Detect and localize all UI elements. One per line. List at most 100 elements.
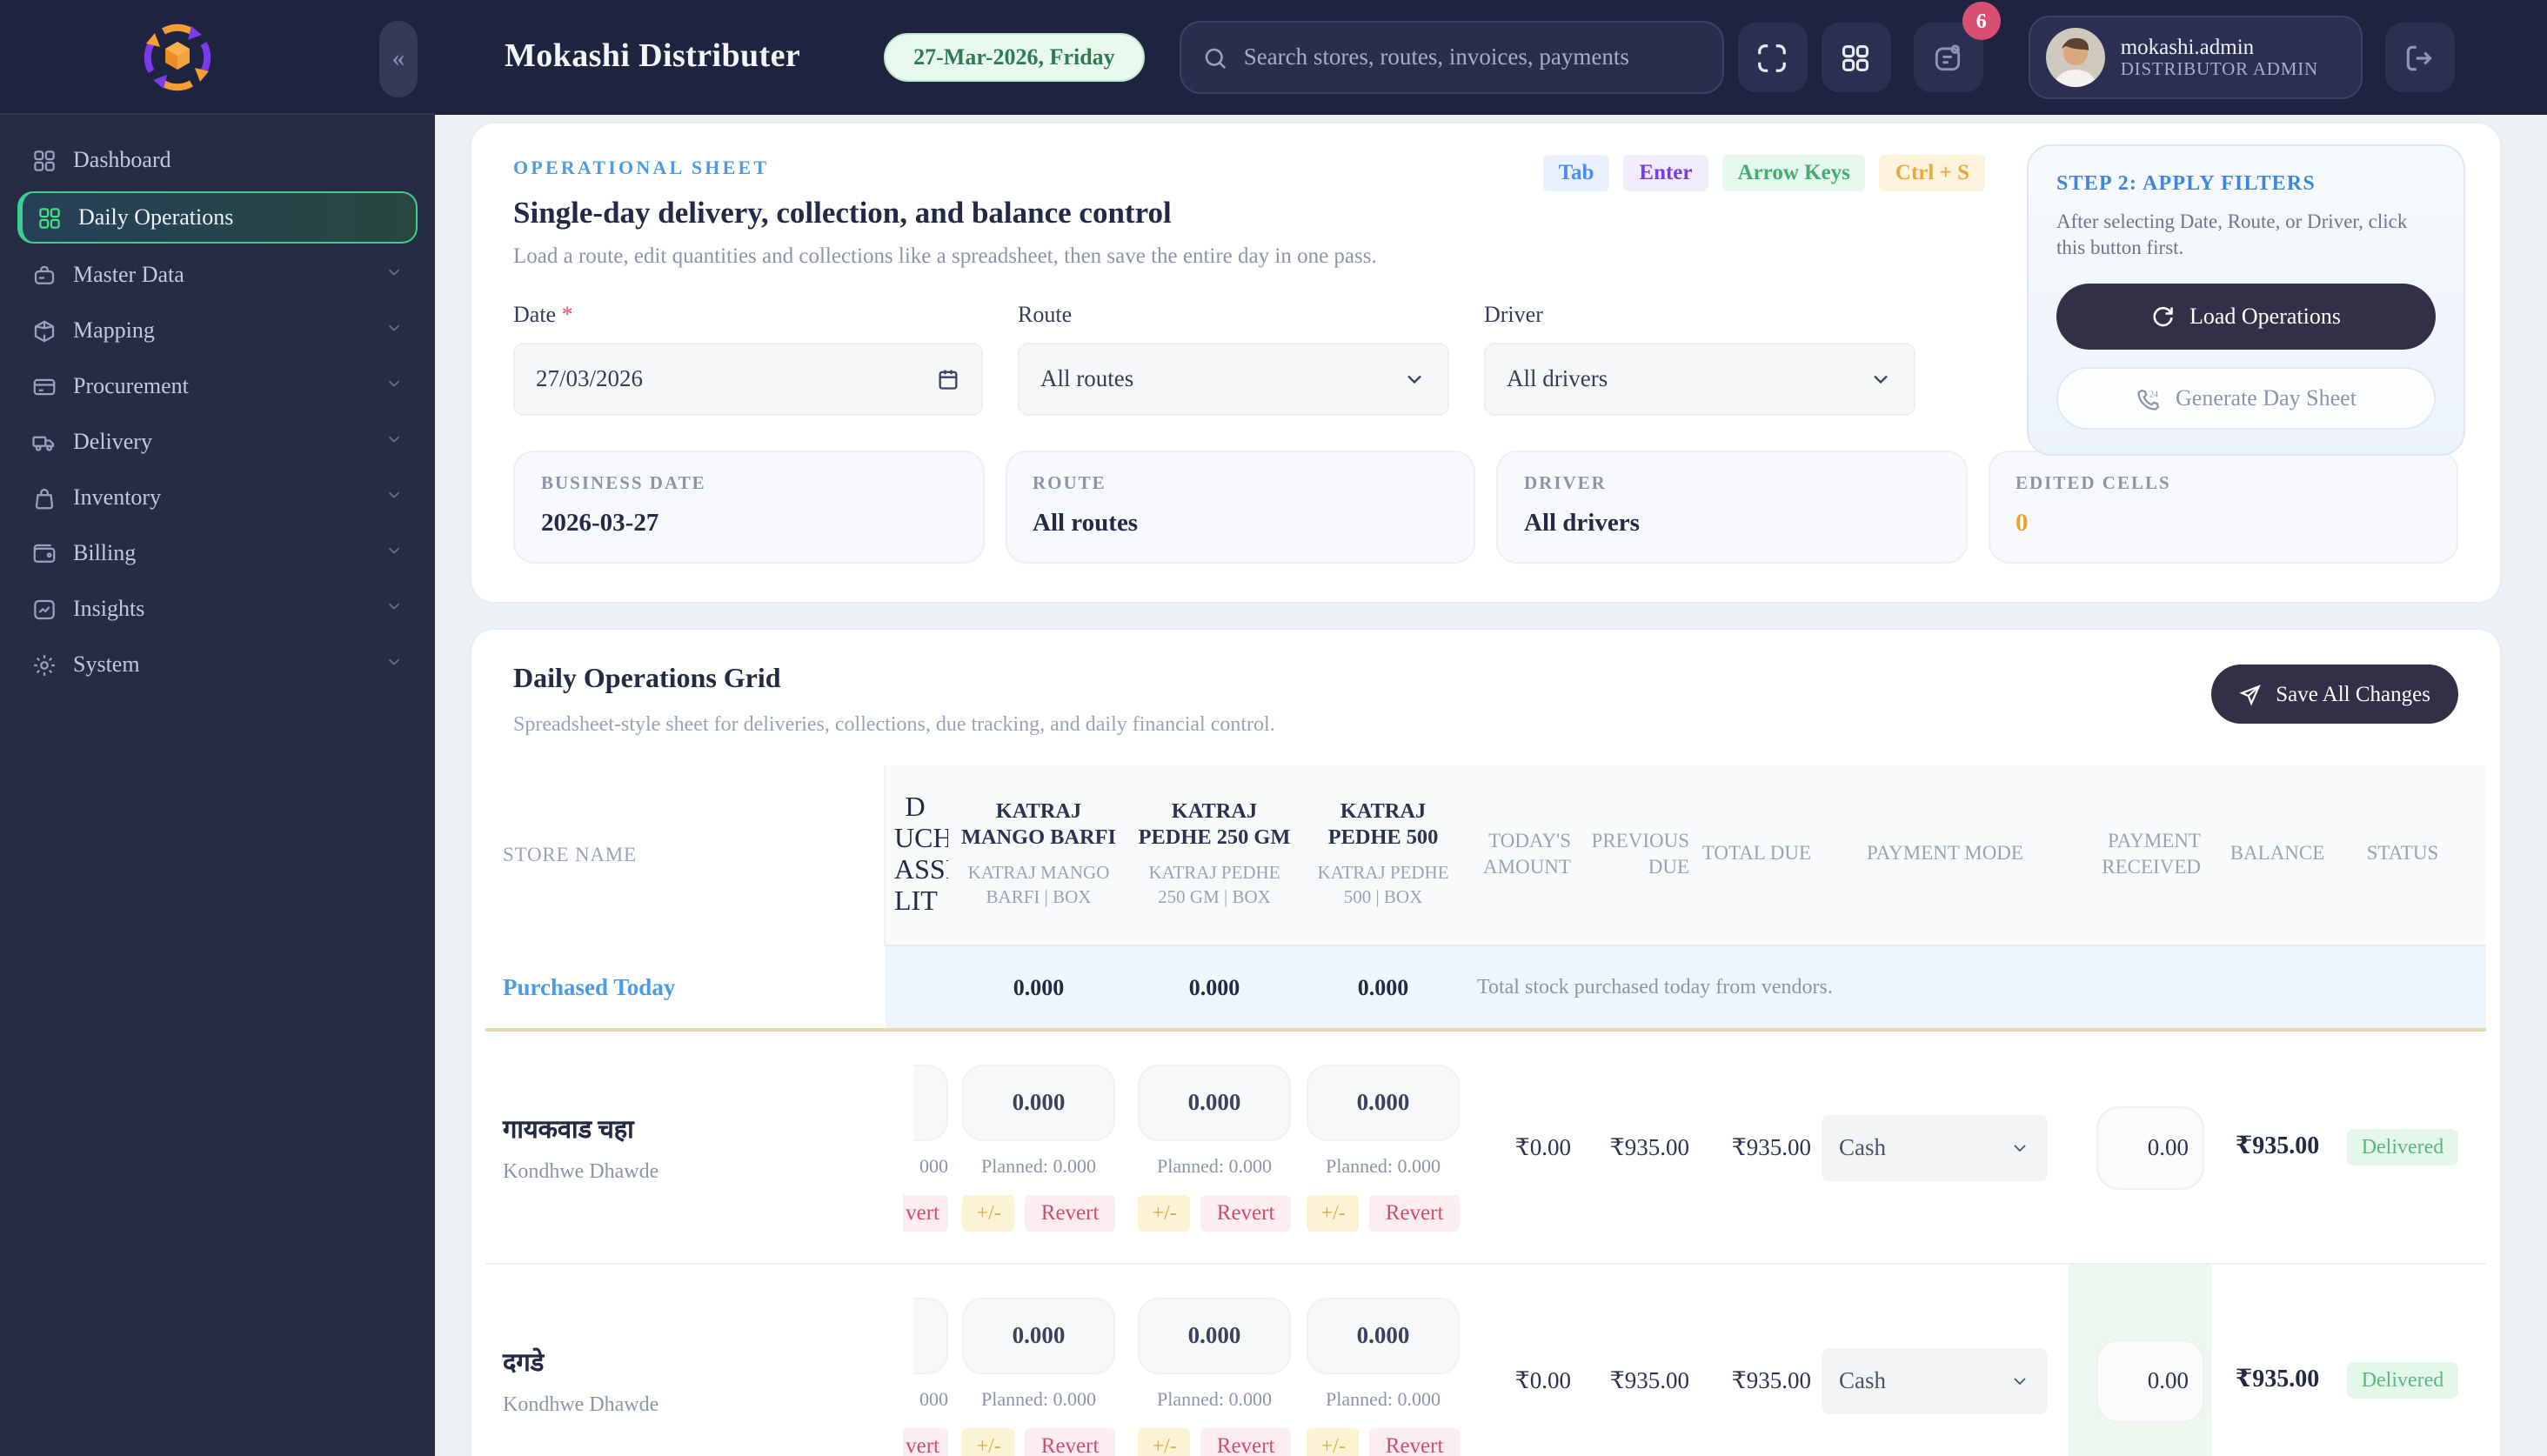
card-icon [31,373,73,399]
sidebar-item-system[interactable]: System [17,640,418,689]
global-search-input[interactable]: Search stores, routes, invoices, payment… [1180,21,1724,94]
chevron-down-icon [384,428,404,456]
revert-button[interactable]: Revert [1201,1427,1291,1456]
gear-icon [31,651,57,678]
revert-button[interactable]: Revert [1370,1427,1460,1456]
notification-count-badge: 6 [1962,2,2001,40]
chevron-down-icon [384,541,404,560]
plus-minus-button[interactable]: +/- [1139,1427,1191,1456]
revert-button-fragment[interactable]: vert [902,1194,948,1231]
sidebar-item-dashboard[interactable]: Dashboard [17,136,418,184]
fullscreen-icon [1756,41,1789,74]
payment-mode-select[interactable]: Cash [1822,1114,2048,1180]
sidebar-item-inventory[interactable]: Inventory [17,473,418,522]
plus-minus-button[interactable]: +/- [963,1194,1015,1231]
shortcut-badge-enter: Enter [1623,155,1708,191]
search-icon [1202,44,1228,70]
store-row: दगडेKondhwe Dhawde000vert0.000Planned: 0… [485,1265,2486,1456]
apply-filters-heading: STEP 2: APPLY FILTERS [2056,170,2436,197]
store-row: गायकवाड चहाKondhwe Dhawde000vert0.000Pla… [485,1032,2486,1265]
load-operations-button[interactable]: Load Operations [2056,284,2436,350]
app-root: « Dashboard Daily Operations Master Data Ma… [0,0,2547,1456]
cube-icon [31,317,73,344]
plus-minus-button[interactable]: +/- [1307,1194,1360,1231]
sidebar-item-delivery[interactable]: Delivery [17,417,418,466]
product-cell: 0.000Planned: 0.000+/-Revert [948,1064,1129,1231]
driver-label: Driver [1484,301,1915,329]
purchased-qty-value: 0.000 [1300,973,1467,1001]
purchased-today-link[interactable]: Purchased Today [503,973,675,1001]
summary-card-business-date: BUSINESS DATE2026-03-27 [513,451,984,564]
sidebar-item-mapping[interactable]: Mapping [17,306,418,355]
plus-minus-button[interactable]: +/- [963,1427,1015,1456]
chevron-down-icon [2009,1370,2030,1391]
summary-card-value: 0 [2016,510,2430,539]
avatar [2046,28,2105,87]
total-due-value: ₹935.00 [1700,1366,1822,1394]
main-content: OPERATIONAL SHEET TabEnterArrow KeysCtrl… [435,115,2547,1456]
balance-value: ₹935.00 [2211,1132,2343,1162]
grid-icon [37,204,78,230]
summary-card-label: ROUTE [1033,475,1447,494]
summary-card-value: All drivers [1524,510,1939,539]
revert-button[interactable]: Revert [1026,1194,1115,1231]
plus-minus-button[interactable]: +/- [1139,1194,1191,1231]
summary-cards-row: BUSINESS DATE2026-03-27ROUTEAll routesDR… [513,451,2458,564]
chevron-down-icon [2009,1137,2030,1158]
qty-input-fragment[interactable] [913,1064,948,1140]
column-header-total-due: TOTAL DUE [1700,842,1822,868]
product-cell: 0.000Planned: 0.000+/-Revert [948,1297,1129,1456]
purchased-note: Total stock purchased today from vendors… [1467,974,1833,1000]
payment-mode-select[interactable]: Cash [1822,1347,2048,1413]
qty-input-fragment[interactable] [913,1297,948,1373]
driver-select[interactable]: All drivers [1484,343,1915,416]
sidebar-item-daily-operations[interactable]: Daily Operations [17,191,418,244]
plus-minus-button[interactable]: +/- [1307,1427,1360,1456]
revert-button-fragment[interactable]: vert [902,1427,948,1456]
revert-button[interactable]: Revert [1201,1194,1291,1231]
operational-sheet-card: OPERATIONAL SHEET TabEnterArrow KeysCtrl… [470,122,2502,604]
save-all-changes-button[interactable]: Save All Changes [2211,665,2458,724]
sidebar-item-master-data[interactable]: Master Data [17,250,418,299]
payment-received-cell: 0.00 [2069,1264,2211,1456]
sidebar-collapse-button[interactable]: « [379,21,418,97]
quantity-input[interactable]: 0.000 [1138,1064,1291,1140]
quantity-input[interactable]: 0.000 [1138,1297,1291,1373]
payment-received-input[interactable]: 0.00 [2096,1339,2204,1422]
quantity-input[interactable]: 0.000 [1307,1297,1460,1373]
revert-button[interactable]: Revert [1026,1427,1115,1456]
sidebar-item-billing[interactable]: Billing [17,529,418,578]
apps-grid-button[interactable] [1822,23,1891,92]
column-header-today-s-amount: TODAY'S AMOUNT [1467,829,1581,881]
sidebar-item-label: Billing [73,539,136,567]
revert-button[interactable]: Revert [1370,1194,1460,1231]
wallet-icon [31,540,73,566]
product-subtitle: KATRAJ PEDHE 500 | BOX [1308,863,1458,912]
column-header-product-partial: D UCHASSI LIT [886,792,948,918]
column-header-payment-mode: PAYMENT MODE [1822,842,2069,868]
sidebar-item-label: Mapping [73,317,155,344]
planned-fragment: 000 [919,1389,948,1410]
product-cell-partial: 000 vert [886,1297,948,1456]
date-input[interactable]: 27/03/2026 [513,343,983,416]
logout-button[interactable] [2385,23,2455,92]
chevron-down-icon [384,372,404,400]
chevron-down-icon [384,484,404,511]
user-menu[interactable]: mokashi.admin DISTRIBUTOR ADMIN [2029,16,2363,99]
summary-card-label: DRIVER [1524,475,1939,494]
summary-card-driver: DRIVER All drivers [1496,451,1967,564]
sidebar-item-procurement[interactable]: Procurement [17,362,418,411]
generate-day-sheet-button[interactable]: 24 Generate Day Sheet [2056,367,2436,430]
route-select[interactable]: All routes [1018,343,1449,416]
quantity-input[interactable]: 0.000 [962,1297,1115,1373]
chart-icon [31,596,73,622]
apply-filters-panel: STEP 2: APPLY FILTERS After selecting Da… [2027,144,2465,456]
status-badge: Delivered [2348,1129,2458,1165]
sidebar-item-insights[interactable]: Insights [17,584,418,633]
payment-received-input[interactable]: 0.00 [2096,1105,2204,1189]
quantity-input[interactable]: 0.000 [1307,1064,1460,1140]
bag-icon [31,484,57,511]
fullscreen-button[interactable] [1738,23,1808,92]
chevron-down-icon [384,318,404,337]
quantity-input[interactable]: 0.000 [962,1064,1115,1140]
